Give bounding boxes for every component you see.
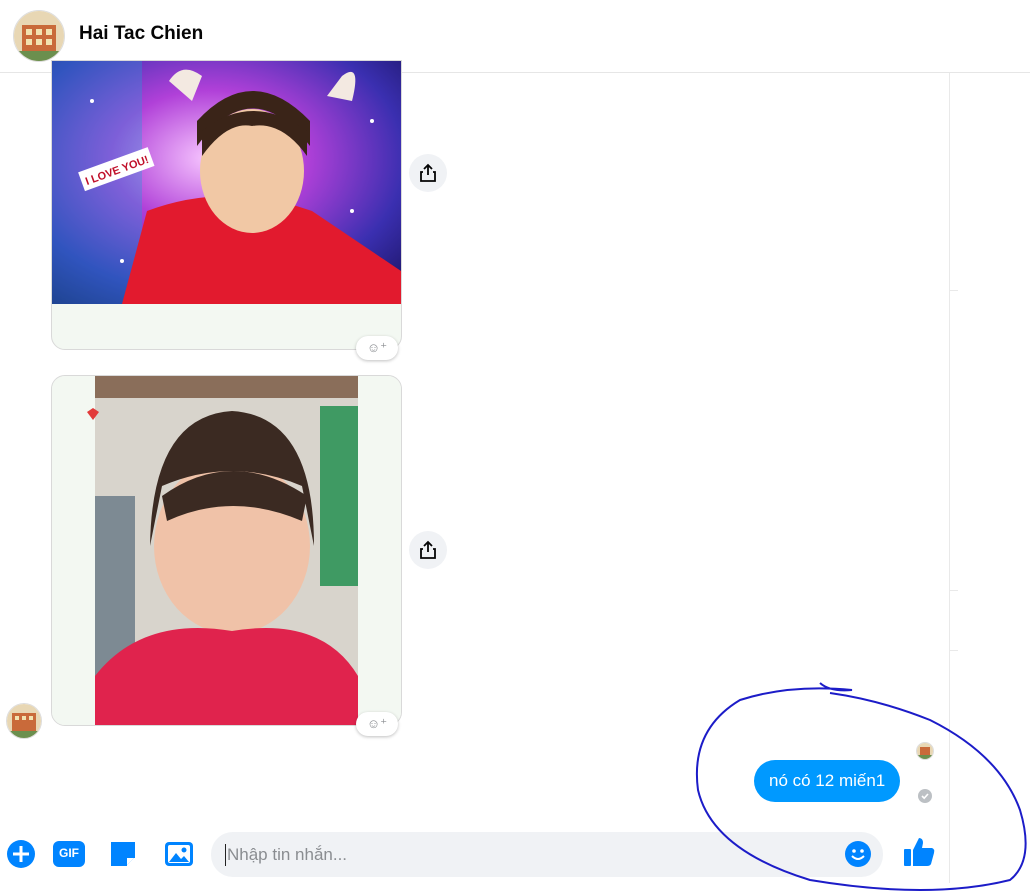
text-caret: [225, 844, 226, 866]
add-reaction-icon: ☺⁺: [366, 716, 388, 731]
seen-avatar: [916, 742, 934, 760]
share-icon: [420, 163, 436, 182]
share-button[interactable]: [409, 531, 447, 569]
share-icon: [420, 540, 436, 559]
contact-avatar[interactable]: [13, 10, 65, 62]
message-text: nó có 12 miến1: [769, 771, 886, 790]
message-input[interactable]: Nhập tin nhắn...: [211, 832, 883, 877]
photo-icon[interactable]: [164, 839, 194, 869]
add-reaction-button[interactable]: ☺⁺: [356, 712, 398, 736]
photo-message[interactable]: [51, 375, 402, 726]
divider: [949, 73, 950, 883]
sent-check-icon: [918, 789, 932, 803]
message-photo: [52, 376, 401, 725]
add-reaction-icon: ☺⁺: [366, 340, 388, 355]
thumbs-up-icon[interactable]: [902, 835, 936, 869]
emoji-icon[interactable]: [844, 840, 872, 868]
divider: [950, 650, 958, 651]
add-reaction-button[interactable]: ☺⁺: [356, 336, 398, 360]
photo-message[interactable]: I LOVE YOU!: [51, 60, 402, 350]
plus-circle-icon[interactable]: [6, 839, 36, 869]
message-photo: I LOVE YOU!: [52, 61, 401, 304]
gif-icon[interactable]: GIF: [52, 839, 86, 869]
share-button[interactable]: [409, 154, 447, 192]
contact-name[interactable]: Hai Tac Chien: [79, 23, 203, 45]
message-input-placeholder: Nhập tin nhắn...: [227, 845, 348, 864]
gif-label: GIF: [59, 846, 79, 860]
outgoing-message[interactable]: nó có 12 miến1: [754, 760, 901, 802]
sticker-icon[interactable]: [108, 839, 138, 869]
sender-avatar[interactable]: [6, 703, 42, 739]
divider: [950, 290, 958, 291]
divider: [950, 590, 958, 591]
